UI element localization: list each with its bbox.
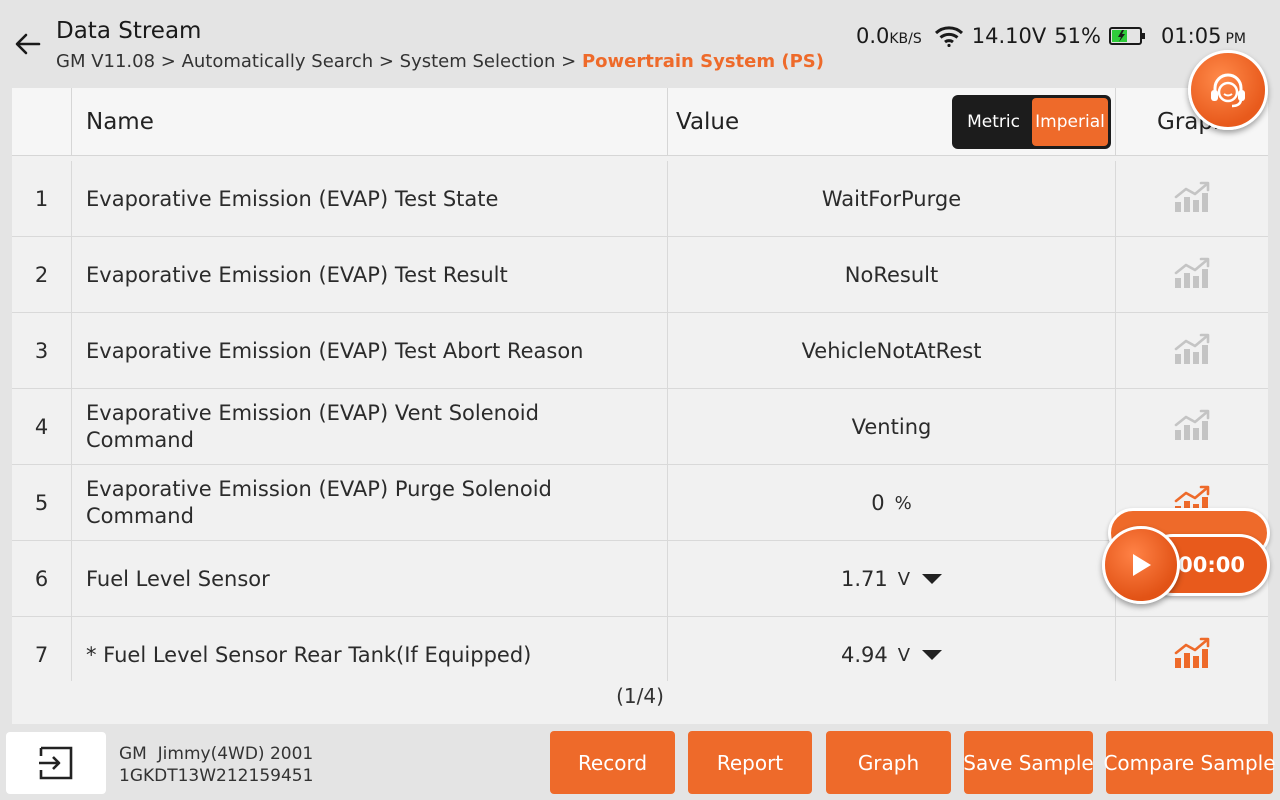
header-number [12,88,72,156]
exit-button[interactable] [6,732,106,794]
row-value: VehicleNotAtRest [668,313,1116,389]
row-name: Evaporative Emission (EVAP) Vent Solenoi… [72,389,668,465]
breadcrumb-path: GM V11.08 > Automatically Search > Syste… [56,51,582,72]
wifi-icon [934,26,963,47]
value-text: WaitForPurge [821,187,962,211]
row-number: 7 [12,617,72,681]
value-text: NoResult [844,263,939,287]
caret-down-icon[interactable] [922,574,943,584]
status-bar: 0.0 KB/S 14.10V 51% 01:05 PM [856,24,1246,48]
row-number: 2 [12,237,72,313]
table-row[interactable]: 7 * Fuel Level Sensor Rear Tank(If Equip… [12,617,1268,681]
row-graph-cell [1116,617,1268,681]
row-name: Evaporative Emission (EVAP) Test Result [72,237,668,313]
value-unit: % [894,492,912,514]
battery-percent: 51% [1054,24,1101,48]
table-row[interactable]: 2 Evaporative Emission (EVAP) Test Resul… [12,237,1268,313]
vehicle-info: GM Jimmy(4WD) 2001 1GKDT13W212159451 [119,743,313,787]
value-text: 1.71 [840,567,888,591]
value-unit: V [897,644,911,666]
play-icon [1133,554,1151,576]
metric-option[interactable]: Metric [955,98,1032,146]
voltage-readout: 14.10V [971,24,1047,48]
table-row[interactable]: 3 Evaporative Emission (EVAP) Test Abort… [12,313,1268,389]
record-button[interactable]: Record [550,731,675,794]
play-button[interactable] [1102,526,1180,604]
clock-time: 01:05 [1160,24,1222,48]
vehicle-model: GM Jimmy(4WD) 2001 [119,744,314,764]
network-speed-unit: KB/S [889,31,922,47]
table-row[interactable]: 6 Fuel Level Sensor 1.71 V [12,541,1268,617]
imperial-option[interactable]: Imperial [1032,98,1108,146]
exit-icon [39,746,73,780]
value-text: 4.94 [840,643,888,667]
page-title: Data Stream [56,18,202,44]
vehicle-vin: 1GKDT13W212159451 [119,766,314,786]
table-row[interactable]: 1 Evaporative Emission (EVAP) Test State… [12,161,1268,237]
row-name: Fuel Level Sensor [72,541,668,617]
row-name: * Fuel Level Sensor Rear Tank(If Equippe… [72,617,668,681]
report-button[interactable]: Report [688,731,812,794]
row-value: WaitForPurge [668,161,1116,237]
graph-icon[interactable] [1173,256,1211,295]
clock-ampm: PM [1225,31,1246,47]
arrow-left-icon [15,33,41,55]
graph-icon[interactable] [1173,408,1211,447]
row-name: Evaporative Emission (EVAP) Test Abort R… [72,313,668,389]
graph-button[interactable]: Graph [826,731,951,794]
graph-icon[interactable] [1173,332,1211,371]
table-row[interactable]: 4 Evaporative Emission (EVAP) Vent Solen… [12,389,1268,465]
table-row[interactable]: 5 Evaporative Emission (EVAP) Purge Sole… [12,465,1268,541]
header: Data Stream GM V11.08 > Automatically Se… [0,0,1280,88]
row-graph-cell [1116,313,1268,389]
table-header: Name Value Graph Metric Imperial [12,88,1268,156]
compare-sample-button[interactable]: Compare Sample [1103,731,1276,794]
row-value: 0% [668,465,1116,541]
value-unit: V [897,568,911,590]
row-number: 5 [12,465,72,541]
row-value: 1.71 V [668,541,1116,617]
row-number: 6 [12,541,72,617]
row-value: 4.94 V [668,617,1116,681]
table-body: 1 Evaporative Emission (EVAP) Test State… [12,161,1268,681]
battery-icon [1108,27,1145,45]
graph-icon[interactable] [1173,180,1211,219]
support-button[interactable] [1188,50,1268,130]
timer-elapsed: 00:00 [1178,553,1245,577]
value-text: 0 [871,491,885,515]
row-number: 1 [12,161,72,237]
row-name: Evaporative Emission (EVAP) Purge Soleno… [72,465,668,541]
row-value: NoResult [668,237,1116,313]
row-graph-cell [1116,161,1268,237]
value-text: VehicleNotAtRest [801,339,982,363]
value-text: Venting [851,415,932,439]
row-value: Venting [668,389,1116,465]
row-graph-cell [1116,389,1268,465]
row-number: 4 [12,389,72,465]
headset-icon [1211,73,1245,108]
header-name: Name [72,88,668,156]
unit-toggle: Metric Imperial [952,95,1111,149]
data-stream-table: Name Value Graph Metric Imperial 1 Evapo… [12,88,1268,724]
caret-down-icon[interactable] [922,650,943,660]
page-indicator: (1/4) [616,684,664,708]
back-button[interactable] [12,28,44,60]
row-graph-cell [1116,237,1268,313]
breadcrumb-current: Powertrain System (PS) [581,51,824,72]
save-sample-button[interactable]: Save Sample [963,731,1094,794]
record-timer-widget: 00:00 [1102,508,1272,604]
row-name: Evaporative Emission (EVAP) Test State [72,161,668,237]
breadcrumb: GM V11.08 > Automatically Search > Syste… [56,51,824,72]
network-speed: 0.0 [855,24,890,48]
row-number: 3 [12,313,72,389]
graph-icon[interactable] [1173,636,1211,675]
